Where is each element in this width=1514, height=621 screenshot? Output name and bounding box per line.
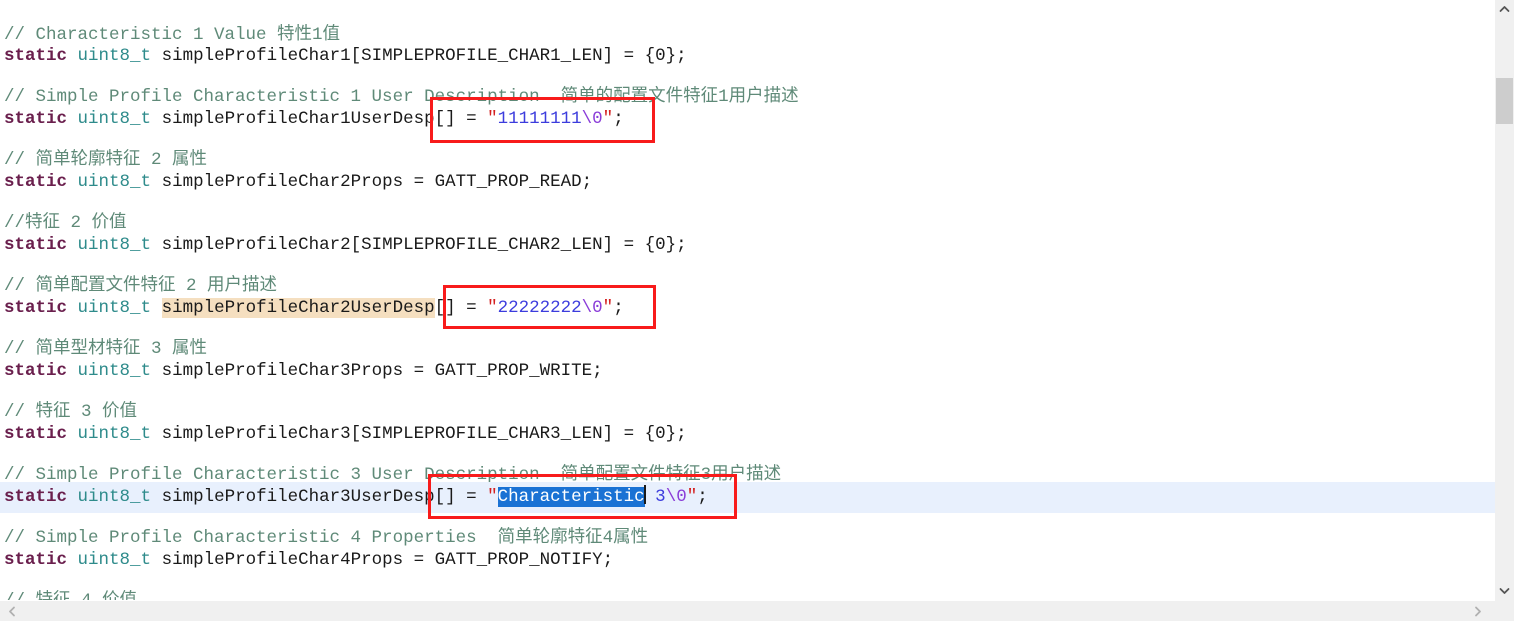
scroll-left-arrow-icon[interactable]	[2, 601, 23, 621]
code-token: static	[4, 550, 68, 570]
code-token: simpleProfileChar3UserDesp[] =	[161, 487, 488, 507]
code-token: simpleProfileChar3[SIMPLEPROFILE_CHAR3_L…	[161, 424, 687, 444]
code-token: ;	[613, 298, 624, 318]
code-token: uint8_t	[77, 298, 152, 318]
code-token: "	[487, 487, 498, 507]
code-token: static	[4, 235, 68, 255]
vertical-scrollbar-thumb[interactable]	[1496, 78, 1513, 124]
code-token: \0	[665, 487, 687, 507]
code-token: "	[686, 487, 698, 507]
code-token: static	[4, 172, 68, 192]
code-line-content: // 特征 4 价值	[0, 591, 137, 600]
code-token: uint8_t	[77, 361, 152, 381]
code-token: ;	[697, 487, 708, 507]
code-token: static	[4, 487, 68, 507]
code-line[interactable]: static uint8_t simpleProfileChar3[SIMPLE…	[0, 419, 1495, 450]
code-line-content: static uint8_t simpleProfileChar1UserDes…	[0, 109, 624, 129]
code-line[interactable]: static uint8_t simpleProfileChar2Props =…	[0, 167, 1495, 198]
scroll-down-arrow-icon[interactable]	[1495, 581, 1514, 600]
code-line[interactable]: // 特征 4 价值	[0, 586, 1495, 600]
code-line-content: static uint8_t simpleProfileChar1[SIMPLE…	[0, 46, 687, 66]
code-token: static	[4, 298, 68, 318]
code-token: "	[487, 298, 498, 318]
code-line[interactable]: static uint8_t simpleProfileChar2[SIMPLE…	[0, 230, 1495, 261]
code-token: Characteristic	[497, 487, 645, 507]
code-line[interactable]: static uint8_t simpleProfileChar3Props =…	[0, 356, 1495, 387]
code-token: uint8_t	[77, 172, 152, 192]
code-line[interactable]: static uint8_t simpleProfileChar1UserDes…	[0, 104, 1495, 135]
code-token: static	[4, 424, 68, 444]
code-token: static	[4, 361, 68, 381]
code-token: "	[602, 109, 614, 129]
code-token: uint8_t	[77, 487, 152, 507]
code-token: simpleProfileChar2UserDesp	[161, 298, 435, 318]
code-line[interactable]: static uint8_t simpleProfileChar4Props =…	[0, 545, 1495, 576]
code-line-content: static uint8_t simpleProfileChar2[SIMPLE…	[0, 235, 687, 255]
code-token: simpleProfileChar2Props = GATT_PROP_READ…	[161, 172, 593, 192]
code-editor-window: // Characteristic 1 Value 特性1值 static uin…	[0, 0, 1514, 621]
code-token: uint8_t	[77, 46, 152, 66]
code-line[interactable]: static uint8_t simpleProfileChar2UserDes…	[0, 293, 1495, 324]
code-token: "	[487, 109, 498, 129]
code-token: uint8_t	[77, 235, 152, 255]
code-line-content: static uint8_t simpleProfileChar3Props =…	[0, 361, 603, 381]
code-token: \0	[581, 298, 603, 318]
code-token: ;	[613, 109, 624, 129]
code-line-content: static uint8_t simpleProfileChar4Props =…	[0, 550, 613, 570]
code-token: [] =	[434, 298, 488, 318]
scroll-right-arrow-icon[interactable]	[1467, 601, 1488, 621]
code-token: simpleProfileChar1UserDesp[] =	[161, 109, 488, 129]
code-token: simpleProfileChar3Props = GATT_PROP_WRIT…	[161, 361, 603, 381]
code-token: static	[4, 109, 68, 129]
code-line-content: static uint8_t simpleProfileChar2UserDes…	[0, 298, 624, 318]
code-token: 3	[644, 487, 666, 507]
vertical-scrollbar[interactable]	[1495, 0, 1514, 600]
code-token: 22222222	[497, 298, 582, 318]
code-line-content: static uint8_t simpleProfileChar2Props =…	[0, 172, 592, 192]
code-line[interactable]: static uint8_t simpleProfileChar3UserDes…	[0, 482, 1495, 513]
code-token: 11111111	[497, 109, 582, 129]
code-editor-text-area[interactable]: // Characteristic 1 Value 特性1值 static uin…	[0, 0, 1495, 600]
code-line-content: static uint8_t simpleProfileChar3[SIMPLE…	[0, 424, 687, 444]
code-line-content: static uint8_t simpleProfileChar3UserDes…	[0, 485, 708, 507]
code-token: simpleProfileChar2[SIMPLEPROFILE_CHAR2_L…	[161, 235, 687, 255]
code-token: // 特征 4 价值	[4, 591, 137, 600]
code-token: \0	[581, 109, 603, 129]
code-token: static	[4, 46, 68, 66]
horizontal-scrollbar[interactable]	[0, 600, 1514, 621]
code-token: uint8_t	[77, 109, 152, 129]
code-line[interactable]: static uint8_t simpleProfileChar1[SIMPLE…	[0, 41, 1495, 72]
code-token: simpleProfileChar1[SIMPLEPROFILE_CHAR1_L…	[161, 46, 687, 66]
code-token: uint8_t	[77, 550, 152, 570]
code-token: "	[602, 298, 614, 318]
scrollbar-corner	[1495, 600, 1514, 621]
scroll-up-arrow-icon[interactable]	[1495, 0, 1514, 19]
code-token: uint8_t	[77, 424, 152, 444]
code-token: simpleProfileChar4Props = GATT_PROP_NOTI…	[161, 550, 614, 570]
